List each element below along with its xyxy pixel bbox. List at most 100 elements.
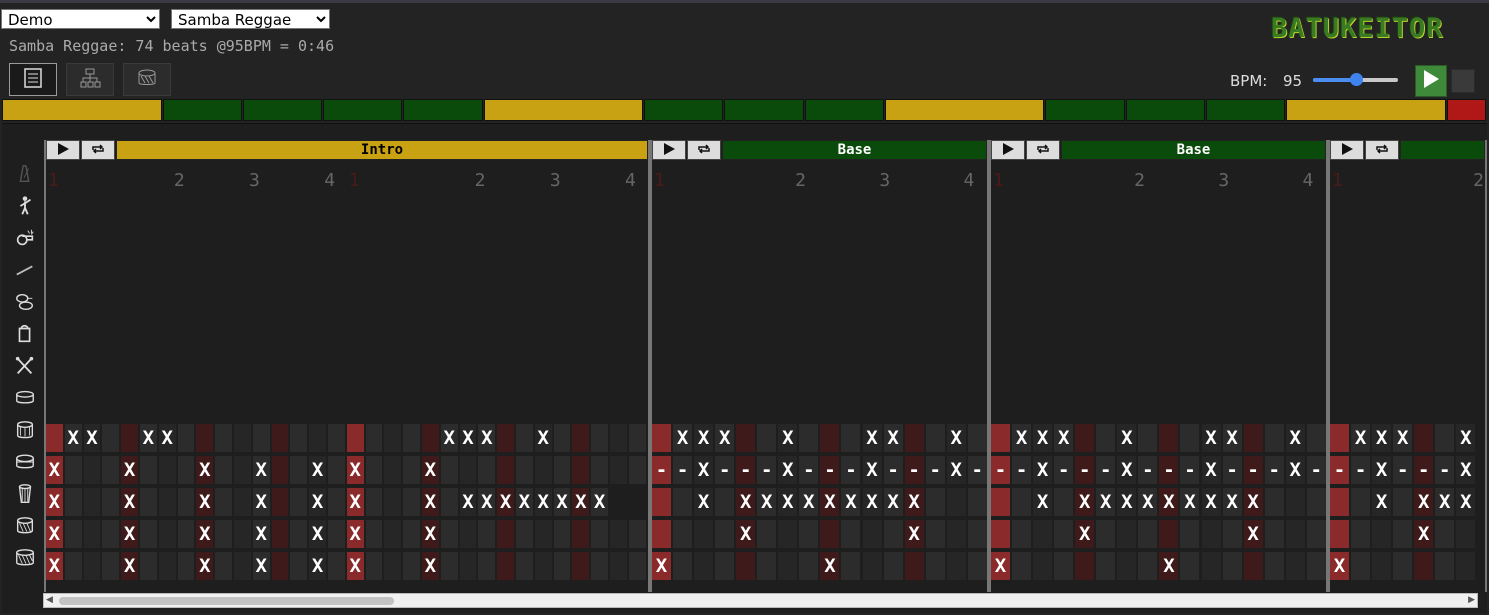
step-cell[interactable] <box>64 456 82 484</box>
step-cell[interactable] <box>158 520 176 548</box>
step-cell[interactable]: X <box>1117 424 1137 452</box>
step-cell[interactable]: - <box>1012 456 1032 484</box>
step-cell[interactable]: - <box>1054 456 1074 484</box>
step-cell[interactable]: X <box>1414 488 1434 516</box>
step-cell[interactable] <box>1264 424 1284 452</box>
step-cell[interactable]: X <box>422 552 439 580</box>
step-cell[interactable] <box>384 488 402 516</box>
step-cell[interactable] <box>1351 520 1371 548</box>
step-cell[interactable] <box>64 488 82 516</box>
step-cell[interactable] <box>610 456 627 484</box>
step-cell[interactable] <box>799 520 819 548</box>
step-cell[interactable] <box>140 552 157 580</box>
step-cell[interactable] <box>1054 520 1074 548</box>
crossed-sticks-icon[interactable] <box>13 354 37 378</box>
step-cell[interactable] <box>591 552 608 580</box>
step-cell[interactable]: X <box>46 488 63 516</box>
mestre-icon[interactable] <box>13 194 37 218</box>
step-cell[interactable]: X <box>591 488 608 516</box>
step-cell[interactable]: X <box>1372 424 1392 452</box>
step-cell[interactable]: X <box>252 520 270 548</box>
step-cell[interactable] <box>459 520 477 548</box>
step-cell[interactable] <box>1201 552 1221 580</box>
step-cell[interactable] <box>328 552 345 580</box>
step-cell[interactable] <box>736 424 756 452</box>
step-cell[interactable]: X <box>904 488 924 516</box>
timeline-segment-base[interactable] <box>1205 99 1286 121</box>
step-cell[interactable]: X <box>778 424 798 452</box>
step-cell[interactable] <box>534 520 552 548</box>
step-cell[interactable] <box>715 552 735 580</box>
step-cell[interactable]: X <box>820 488 840 516</box>
step-cell[interactable] <box>1117 520 1137 548</box>
step-cell[interactable]: X <box>1012 424 1032 452</box>
scrollbar-thumb[interactable] <box>59 597 394 605</box>
step-cell[interactable] <box>497 456 514 484</box>
block-play-button[interactable] <box>652 140 686 160</box>
step-cell[interactable]: X <box>1159 488 1179 516</box>
step-cell[interactable]: X <box>478 424 496 452</box>
step-cell[interactable] <box>309 424 326 452</box>
block-name-label[interactable]: Intro <box>116 140 648 160</box>
step-cell[interactable] <box>1393 520 1413 548</box>
block-loop-button[interactable] <box>1026 140 1060 160</box>
step-cell[interactable]: - <box>1330 456 1350 484</box>
step-cell[interactable]: X <box>904 520 924 548</box>
step-cell[interactable]: - <box>757 456 777 484</box>
shaker-icon[interactable] <box>13 322 37 346</box>
step-cell[interactable] <box>328 488 345 516</box>
step-cell[interactable]: X <box>694 488 714 516</box>
step-cell[interactable] <box>946 552 966 580</box>
step-cell[interactable] <box>1222 552 1242 580</box>
step-cell[interactable] <box>1264 488 1284 516</box>
step-cell[interactable]: X <box>991 552 1011 580</box>
step-cell[interactable]: X <box>346 520 364 548</box>
snare-icon[interactable] <box>13 386 37 410</box>
step-cell[interactable]: X <box>252 488 270 516</box>
step-cell[interactable] <box>1264 552 1284 580</box>
step-cell[interactable] <box>64 520 82 548</box>
step-cell[interactable] <box>516 424 533 452</box>
step-cell[interactable]: X <box>46 520 63 548</box>
step-cell[interactable] <box>384 520 402 548</box>
step-cell[interactable]: X <box>196 520 214 548</box>
step-cell[interactable] <box>1180 424 1200 452</box>
timeline-segment-intro[interactable] <box>2 99 162 121</box>
step-cell[interactable] <box>177 456 195 484</box>
step-cell[interactable] <box>384 552 402 580</box>
step-cell[interactable] <box>83 456 101 484</box>
step-cell[interactable]: X <box>1456 488 1476 516</box>
step-cell[interactable] <box>215 424 232 452</box>
block-name-label[interactable]: Base <box>722 140 987 160</box>
step-cell[interactable]: X <box>1372 488 1392 516</box>
step-cell[interactable]: - <box>673 456 693 484</box>
step-cell[interactable]: - <box>1351 456 1371 484</box>
step-cell[interactable] <box>497 520 514 548</box>
step-cell[interactable]: - <box>1435 456 1455 484</box>
scroll-right-icon[interactable]: ▶ <box>1468 595 1475 605</box>
step-cell[interactable]: X <box>757 488 777 516</box>
step-cell[interactable]: X <box>346 456 364 484</box>
block-play-button[interactable] <box>1330 140 1364 160</box>
step-cell[interactable] <box>591 456 608 484</box>
step-cell[interactable]: X <box>1456 456 1476 484</box>
step-cell[interactable] <box>403 488 420 516</box>
step-cell[interactable] <box>177 520 195 548</box>
step-cell[interactable]: X <box>841 488 861 516</box>
step-cell[interactable] <box>715 520 735 548</box>
step-cell[interactable]: - <box>799 456 819 484</box>
step-cell[interactable] <box>1012 488 1032 516</box>
step-cell[interactable] <box>158 552 176 580</box>
step-cell[interactable] <box>516 456 533 484</box>
step-cell[interactable]: - <box>904 456 924 484</box>
step-cell[interactable]: - <box>1243 456 1263 484</box>
step-cell[interactable] <box>883 520 903 548</box>
step-cell[interactable] <box>365 488 383 516</box>
timeline-segment-base[interactable] <box>403 99 483 121</box>
step-cell[interactable]: X <box>883 488 903 516</box>
step-cell[interactable]: X <box>1054 424 1074 452</box>
step-cell[interactable] <box>140 456 157 484</box>
step-cell[interactable] <box>252 424 270 452</box>
step-cell[interactable] <box>497 424 514 452</box>
step-cell[interactable] <box>290 552 308 580</box>
